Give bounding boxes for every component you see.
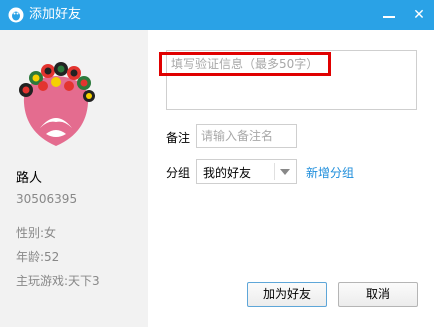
- remark-field[interactable]: [196, 124, 297, 148]
- qq-number: 30506395: [16, 192, 78, 206]
- gender-info: 性别:女: [16, 226, 57, 240]
- close-button[interactable]: ✕: [404, 0, 434, 30]
- close-icon: ✕: [413, 7, 425, 23]
- minimize-icon: [383, 16, 395, 18]
- minimize-button[interactable]: [374, 0, 404, 30]
- main-game-info: 主玩游戏:天下3: [16, 274, 100, 288]
- verify-message-input[interactable]: [171, 55, 407, 103]
- app-logo-icon: [8, 7, 24, 23]
- dropdown-divider: [274, 163, 275, 180]
- remark-input[interactable]: [201, 127, 291, 145]
- profile-panel: 路人 30506395 性别:女 年龄:52 主玩游戏:天下3: [0, 30, 148, 327]
- group-select[interactable]: 我的好友: [196, 159, 297, 184]
- add-friend-button[interactable]: 加为好友: [247, 282, 327, 307]
- avatar[interactable]: [16, 48, 96, 148]
- chevron-down-icon[interactable]: [280, 169, 290, 175]
- title-bar: 添加好友 ✕: [0, 0, 434, 30]
- window-title: 添加好友: [29, 7, 82, 22]
- verify-message-box[interactable]: [166, 50, 417, 110]
- group-selected-value: 我的好友: [203, 166, 252, 180]
- age-info: 年龄:52: [16, 250, 60, 264]
- remark-label: 备注: [166, 131, 191, 145]
- new-group-link[interactable]: 新增分组: [306, 164, 354, 181]
- user-name: 路人: [16, 171, 43, 186]
- cancel-button[interactable]: 取消: [338, 282, 418, 307]
- group-label: 分组: [166, 166, 191, 180]
